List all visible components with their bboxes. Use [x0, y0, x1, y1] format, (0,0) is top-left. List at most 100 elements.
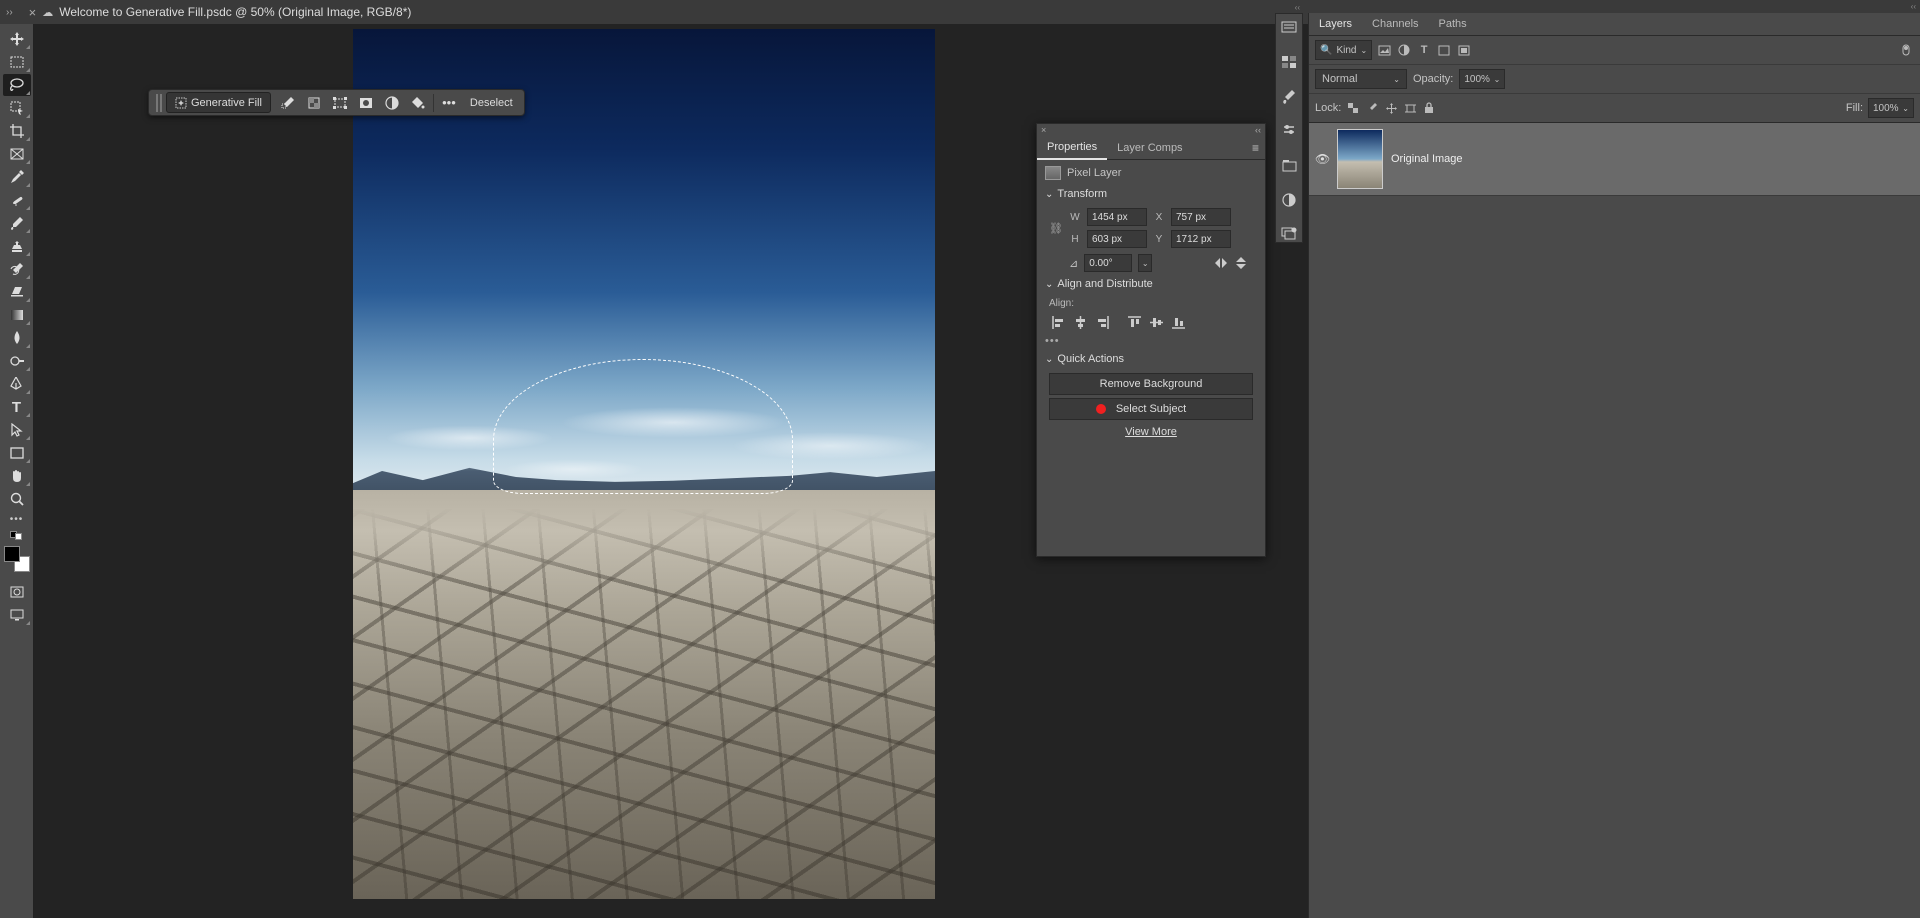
lock-all-icon[interactable]: [1422, 101, 1436, 115]
swatches-panel-icon[interactable]: [1279, 54, 1299, 70]
visibility-toggle-icon[interactable]: 👁: [1315, 152, 1329, 166]
path-selection-tool[interactable]: [3, 419, 31, 441]
align-vcenter-icon[interactable]: [1147, 313, 1165, 331]
libraries-panel-icon[interactable]: [1279, 157, 1299, 173]
width-input[interactable]: [1087, 208, 1147, 226]
align-more-icon[interactable]: •••: [1045, 335, 1249, 347]
align-top-icon[interactable]: [1125, 313, 1143, 331]
close-tab-icon[interactable]: ×: [29, 5, 37, 20]
screen-mode-icon[interactable]: [3, 604, 31, 626]
tab-paths[interactable]: Paths: [1429, 13, 1477, 35]
close-panel-icon[interactable]: ×: [1041, 125, 1046, 135]
lock-transparency-icon[interactable]: [1346, 101, 1360, 115]
quick-actions-section-header[interactable]: Quick Actions: [1045, 353, 1257, 365]
filter-toggle-icon[interactable]: [1898, 42, 1914, 58]
layer-filter-kind[interactable]: 🔍 Kind ⌄: [1315, 40, 1372, 60]
adjustments-icon[interactable]: [1279, 191, 1299, 207]
type-tool[interactable]: T: [3, 396, 31, 418]
color-panel-icon[interactable]: [1279, 20, 1299, 36]
tab-channels[interactable]: Channels: [1362, 13, 1428, 35]
history-panel-icon[interactable]: [1279, 226, 1299, 242]
brush-tool[interactable]: [3, 212, 31, 234]
marquee-tool[interactable]: [3, 51, 31, 73]
eyedropper-tool[interactable]: [3, 166, 31, 188]
angle-input[interactable]: [1084, 254, 1132, 272]
opacity-input[interactable]: 100% ⌄: [1459, 69, 1505, 89]
adjustments-panel-icon[interactable]: [1279, 123, 1299, 139]
zoom-tool[interactable]: [3, 488, 31, 510]
eraser-tool[interactable]: [3, 281, 31, 303]
brushes-panel-icon[interactable]: [1279, 89, 1299, 105]
align-right-icon[interactable]: [1093, 313, 1111, 331]
foreground-color-swatch[interactable]: [4, 546, 20, 562]
frame-tool[interactable]: [3, 143, 31, 165]
align-section-header[interactable]: Align and Distribute: [1045, 278, 1257, 290]
filter-shape-icon[interactable]: [1436, 42, 1452, 58]
blur-tool[interactable]: [3, 327, 31, 349]
fill-selection-icon[interactable]: [405, 92, 431, 113]
remove-background-icon[interactable]: [301, 92, 327, 113]
transform-selection-icon[interactable]: [327, 92, 353, 113]
color-swatches[interactable]: [4, 546, 30, 572]
remove-background-button[interactable]: Remove Background: [1049, 373, 1253, 395]
healing-brush-tool[interactable]: [3, 189, 31, 211]
tab-layer-comps[interactable]: Layer Comps: [1107, 137, 1192, 159]
filter-pixel-icon[interactable]: [1376, 42, 1392, 58]
tab-layers[interactable]: Layers: [1309, 13, 1362, 35]
shape-tool[interactable]: [3, 442, 31, 464]
lasso-tool[interactable]: [3, 74, 31, 96]
quick-mask-icon[interactable]: [3, 581, 31, 603]
flip-vertical-icon[interactable]: [1233, 255, 1249, 271]
transform-section-header[interactable]: Transform: [1045, 188, 1257, 200]
default-colors-icon[interactable]: [10, 531, 24, 541]
layer-item[interactable]: 👁 Original Image: [1309, 123, 1920, 196]
expand-panels-icon[interactable]: ››: [0, 7, 19, 18]
layer-thumbnail[interactable]: [1337, 129, 1383, 189]
move-tool[interactable]: [3, 28, 31, 50]
align-hcenter-icon[interactable]: [1071, 313, 1089, 331]
collapse-strip-icon[interactable]: ‹‹: [1295, 3, 1300, 12]
crop-tool[interactable]: [3, 120, 31, 142]
select-subject-icon[interactable]: [275, 92, 301, 113]
clone-stamp-tool[interactable]: [3, 235, 31, 257]
angle-dropdown-icon[interactable]: ⌄: [1138, 254, 1152, 272]
drag-handle-icon[interactable]: [156, 94, 162, 112]
align-bottom-icon[interactable]: [1169, 313, 1187, 331]
flip-horizontal-icon[interactable]: [1213, 255, 1229, 271]
document-tab[interactable]: × ☁ Welcome to Generative Fill.psdc @ 50…: [19, 0, 422, 24]
blend-mode-select[interactable]: Normal ⌄: [1315, 69, 1407, 89]
pen-tool[interactable]: [3, 373, 31, 395]
panel-menu-icon[interactable]: ≡: [1246, 141, 1265, 155]
collapse-panel-icon[interactable]: ‹‹: [1255, 125, 1261, 135]
lock-artboard-icon[interactable]: [1403, 101, 1417, 115]
hand-tool[interactable]: [3, 465, 31, 487]
collapse-layers-icon[interactable]: ‹‹: [1911, 2, 1916, 11]
filter-adjustment-icon[interactable]: [1396, 42, 1412, 58]
tab-properties[interactable]: Properties: [1037, 136, 1107, 160]
deselect-button[interactable]: Deselect: [462, 92, 521, 113]
fill-input[interactable]: 100% ⌄: [1868, 98, 1914, 118]
canvas-area[interactable]: Generative Fill ••• Deselect × ‹‹ Proper…: [34, 24, 1258, 918]
gradient-tool[interactable]: [3, 304, 31, 326]
generative-fill-button[interactable]: Generative Fill: [166, 92, 271, 113]
link-dimensions-icon[interactable]: ⛓: [1049, 222, 1063, 235]
edit-toolbar-icon[interactable]: •••: [10, 514, 24, 525]
history-brush-tool[interactable]: [3, 258, 31, 280]
create-mask-icon[interactable]: [353, 92, 379, 113]
document-image[interactable]: [353, 29, 935, 899]
more-options-icon[interactable]: •••: [436, 92, 462, 113]
dodge-tool[interactable]: [3, 350, 31, 372]
contextual-task-bar[interactable]: Generative Fill ••• Deselect: [148, 89, 525, 116]
selection-tool[interactable]: [3, 97, 31, 119]
y-input[interactable]: [1171, 230, 1231, 248]
x-input[interactable]: [1171, 208, 1231, 226]
view-more-link[interactable]: View More: [1045, 426, 1257, 438]
filter-type-icon[interactable]: T: [1416, 42, 1432, 58]
align-left-icon[interactable]: [1049, 313, 1067, 331]
filter-smart-icon[interactable]: [1456, 42, 1472, 58]
lock-position-icon[interactable]: [1384, 101, 1398, 115]
select-subject-button[interactable]: Select Subject: [1049, 398, 1253, 420]
lock-pixels-icon[interactable]: [1365, 101, 1379, 115]
adjustment-layer-icon[interactable]: [379, 92, 405, 113]
height-input[interactable]: [1087, 230, 1147, 248]
